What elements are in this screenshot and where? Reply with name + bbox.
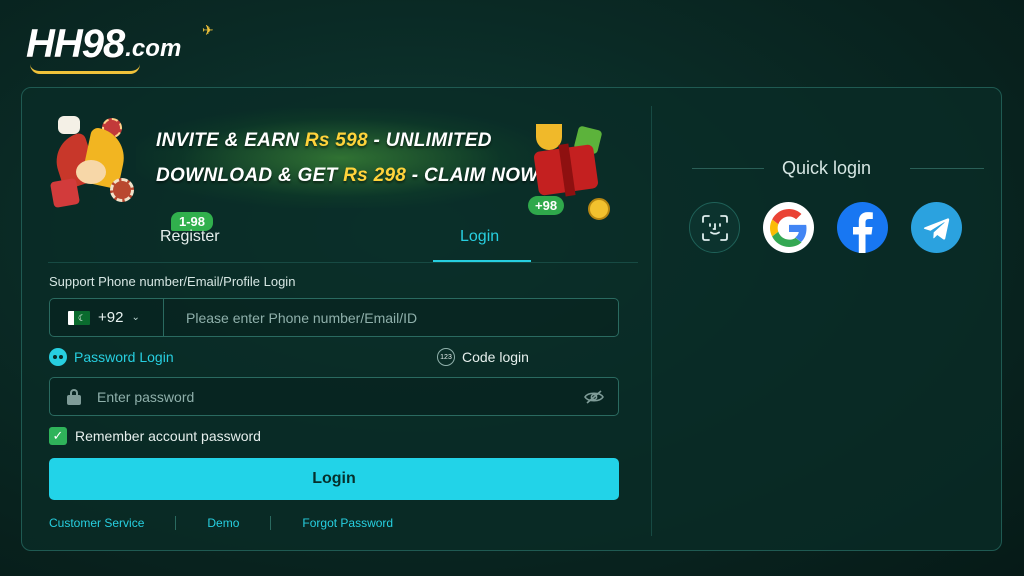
chevron-down-icon: ⌄ <box>131 312 140 323</box>
pakistan-flag-icon: ☾ <box>68 310 90 325</box>
login-button[interactable]: Login <box>49 458 619 500</box>
tabs-divider <box>48 262 638 263</box>
tab-login[interactable]: Login <box>460 228 499 246</box>
quick-login-title: Quick login <box>782 158 872 178</box>
promo-line-2: DOWNLOAD & GET Rs 298 - CLAIM NOW <box>156 165 539 186</box>
jester-illustration <box>49 116 138 209</box>
link-separator <box>270 516 272 530</box>
password-dots-icon <box>49 348 67 366</box>
code-123-icon: 123 <box>437 348 455 366</box>
code-login-label: Code login <box>462 349 529 365</box>
google-icon <box>769 208 806 247</box>
lock-icon <box>67 388 81 405</box>
panel-divider <box>651 106 652 536</box>
demo-link[interactable]: Demo <box>207 516 239 530</box>
checkmark-icon: ✓ <box>49 427 67 445</box>
remember-password-checkbox[interactable]: ✓ Remember account password <box>49 427 261 445</box>
password-field <box>49 377 619 416</box>
support-label: Support Phone number/Email/Profile Login <box>49 274 296 289</box>
eye-off-icon[interactable] <box>584 389 604 405</box>
facebook-icon <box>853 212 873 253</box>
password-login-label: Password Login <box>74 349 174 365</box>
tab-register[interactable]: Register <box>160 228 220 246</box>
password-login-option[interactable]: Password Login <box>49 348 174 366</box>
code-login-option[interactable]: 123 Code login <box>437 348 529 366</box>
password-input[interactable] <box>81 378 584 415</box>
phone-input[interactable] <box>164 299 618 336</box>
promo-banner[interactable]: INVITE & EARN Rs 598 - UNLIMITED DOWNLOA… <box>46 100 626 226</box>
face-id-icon <box>701 214 728 241</box>
country-code: +92 <box>98 309 124 326</box>
telegram-login-button[interactable] <box>911 202 962 253</box>
gift-badge: +98 <box>528 196 565 215</box>
site-logo[interactable]: HH98 .com ✈ <box>26 22 214 74</box>
quick-login-line-right <box>910 168 984 169</box>
plane-icon: ✈ <box>202 22 214 38</box>
phone-field: ☾ +92 ⌄ <box>49 298 619 337</box>
logo-main: HH98 <box>26 22 125 66</box>
link-separator <box>175 516 177 530</box>
login-panel: INVITE & EARN Rs 598 - UNLIMITED DOWNLOA… <box>21 87 1002 551</box>
logo-suffix: .com <box>125 35 182 62</box>
quick-login-providers <box>689 202 962 253</box>
facebook-login-button[interactable] <box>837 202 888 253</box>
promo-line-1: INVITE & EARN Rs 598 - UNLIMITED <box>156 130 492 151</box>
footer-links: Customer Service Demo Forgot Password <box>49 516 393 530</box>
invite-amount: Rs 598 <box>304 130 368 151</box>
face-id-button[interactable] <box>689 202 740 253</box>
country-code-select[interactable]: ☾ +92 ⌄ <box>50 299 164 336</box>
logo-swoosh <box>30 64 140 74</box>
customer-service-link[interactable]: Customer Service <box>49 516 144 530</box>
forgot-password-link[interactable]: Forgot Password <box>302 516 393 530</box>
quick-login-line-left <box>692 168 764 169</box>
gift-illustration: +98 <box>516 118 626 226</box>
active-tab-indicator <box>433 260 531 262</box>
download-amount: Rs 298 <box>343 165 407 186</box>
remember-label: Remember account password <box>75 428 261 444</box>
google-login-button[interactable] <box>763 202 814 253</box>
telegram-icon <box>923 217 949 240</box>
